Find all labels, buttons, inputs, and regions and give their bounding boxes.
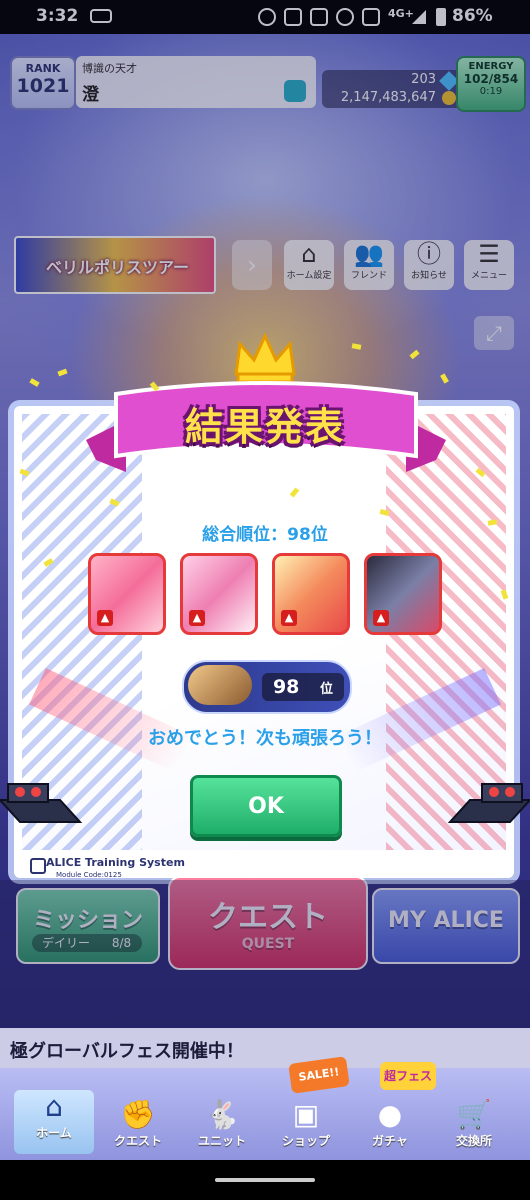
- gesture-handle[interactable]: [215, 1178, 315, 1182]
- ok-button[interactable]: OK: [190, 775, 342, 837]
- home-icon: ⌂: [45, 1090, 63, 1123]
- fire-element-icon: ▲: [373, 610, 389, 626]
- overall-rank-text: 総合順位：98位: [202, 525, 328, 545]
- congrats-message: おめでとう！次も頑張ろう！: [148, 728, 382, 749]
- fire-element-icon: ▲: [189, 610, 205, 626]
- unit-card: ▲: [364, 553, 442, 635]
- fire-element-icon: ▲: [97, 610, 113, 626]
- fes-badge: 超フェス: [380, 1062, 436, 1090]
- gacha-icon: ●: [377, 1098, 403, 1131]
- rank-suffix: 位: [320, 682, 334, 697]
- rank-badge: 98 位: [182, 660, 352, 714]
- checkbox-icon: [30, 858, 46, 874]
- nav-unit[interactable]: 🐇 ユニット: [182, 1098, 262, 1154]
- unit-card: ▲: [272, 553, 350, 635]
- module-code: Module Code:0125: [56, 871, 122, 879]
- nav-exchange-label: 交換所: [455, 1134, 492, 1148]
- system-label: ALICE Training System Module Code:0125: [26, 852, 186, 882]
- nav-gacha[interactable]: ● ガチャ: [350, 1098, 430, 1154]
- notice-text: 極グローバルフェス開催中！: [10, 1041, 244, 1062]
- event-notice[interactable]: 極グローバルフェス開催中！: [0, 1028, 530, 1068]
- nav-home-label: ホーム: [36, 1126, 72, 1140]
- crown-icon: [234, 332, 296, 384]
- system-nav-bar: [0, 1160, 530, 1200]
- avatar: [188, 665, 252, 705]
- nav-exchange[interactable]: 🛒 交換所: [434, 1098, 514, 1154]
- nav-quest-label: クエスト: [113, 1134, 162, 1148]
- nav-unit-label: ユニット: [197, 1134, 246, 1148]
- nav-shop-label: ショップ: [281, 1134, 330, 1148]
- rank-number-box: 98 位: [262, 673, 344, 701]
- system-name: ALICE Training System: [46, 856, 185, 869]
- nav-quest[interactable]: ✊ クエスト: [98, 1098, 178, 1154]
- unit-card: ▲: [88, 553, 166, 635]
- exchange-icon: 🛒: [456, 1098, 492, 1131]
- quest-icon: ✊: [120, 1098, 156, 1131]
- nav-gacha-label: ガチャ: [372, 1134, 408, 1148]
- unit-card: ▲: [180, 553, 258, 635]
- shop-icon: ▣: [292, 1098, 320, 1131]
- overlay-lower: [0, 880, 530, 1028]
- spotlight-left-icon: [0, 783, 83, 823]
- nav-home[interactable]: ⌂ ホーム: [14, 1090, 94, 1154]
- unit-icon: 🐇: [204, 1098, 240, 1131]
- dialog-title: 結果発表: [184, 405, 345, 449]
- rank-number: 98: [272, 676, 300, 698]
- nav-shop[interactable]: ▣ ショップ: [266, 1098, 346, 1154]
- spotlight-right-icon: [447, 783, 530, 823]
- fire-element-icon: ▲: [281, 610, 297, 626]
